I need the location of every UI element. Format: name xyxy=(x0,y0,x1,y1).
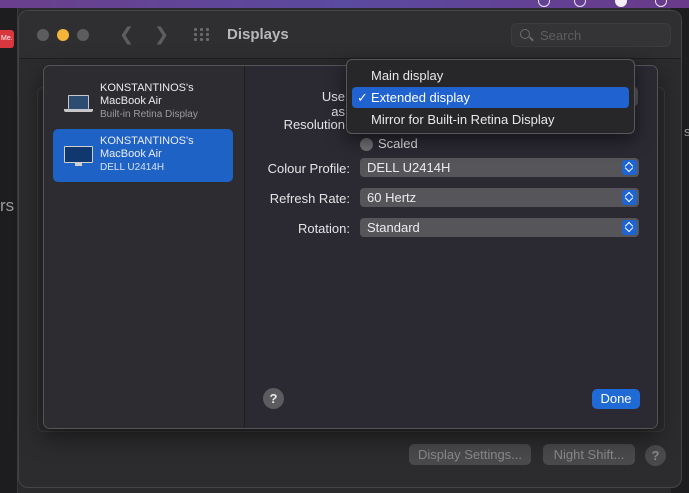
zoom-window-button[interactable] xyxy=(77,29,89,41)
display-item-built-in[interactable]: KONSTANTINOS's MacBook Air Built-in Reti… xyxy=(53,76,233,129)
back-chevron-icon[interactable]: ❮ xyxy=(119,25,134,43)
display-item-dell[interactable]: KONSTANTINOS's MacBook Air DELL U2414H xyxy=(53,129,233,182)
refresh-rate-popup[interactable]: 60 Hertz xyxy=(360,188,639,207)
scaled-radio[interactable] xyxy=(360,138,373,151)
background-text: rs xyxy=(0,196,15,215)
laptop-icon xyxy=(64,93,93,113)
window-help-button[interactable]: ? xyxy=(645,445,666,466)
checkmark-icon: ✓ xyxy=(357,90,368,105)
colour-profile-label: Colour Profile: xyxy=(267,161,350,176)
title-bar: ❮ ❯ Displays Search xyxy=(19,11,681,59)
window-title: Displays xyxy=(227,26,289,43)
popup-arrows-icon xyxy=(622,160,637,175)
menu-item-label: Extended display xyxy=(371,90,471,105)
refresh-rate-value: 60 Hertz xyxy=(367,190,417,205)
rotation-popup[interactable]: Standard xyxy=(360,218,639,237)
popup-arrows-icon xyxy=(622,190,637,205)
close-window-button[interactable] xyxy=(37,29,49,41)
menu-item-mirror[interactable]: Mirror for Built-in Retina Display xyxy=(352,109,629,130)
use-as-label: Use as xyxy=(321,89,345,119)
control-center-icon[interactable] xyxy=(574,0,586,7)
display-name: KONSTANTINOS's MacBook Air xyxy=(100,82,194,107)
resolution-label: Resolution xyxy=(283,117,345,132)
menu-item-main-display[interactable]: Main display xyxy=(352,65,629,86)
background-window-left: Me. rs xyxy=(0,8,18,493)
display-settings-button[interactable]: Display Settings... xyxy=(409,444,531,465)
refresh-rate-label: Refresh Rate: xyxy=(269,191,350,206)
display-subtitle: DELL U2414H xyxy=(100,162,165,173)
search-icon xyxy=(520,29,530,39)
use-as-menu: Main display ✓ Extended display Mirror f… xyxy=(346,59,635,134)
display-list-sidebar: KONSTANTINOS's MacBook Air Built-in Reti… xyxy=(44,66,245,428)
search-placeholder: Search xyxy=(540,28,582,43)
user-icon[interactable] xyxy=(615,0,627,7)
done-button[interactable]: Done xyxy=(592,389,640,409)
popup-arrows-icon xyxy=(622,220,637,235)
display-name: KONSTANTINOS's MacBook Air xyxy=(100,135,194,160)
minimize-window-button[interactable] xyxy=(57,29,69,41)
menu-extra-icon[interactable] xyxy=(538,0,550,7)
menu-bar xyxy=(0,0,689,8)
rotation-value: Standard xyxy=(367,220,420,235)
search-field[interactable]: Search xyxy=(511,23,671,47)
help-button[interactable]: ? xyxy=(263,388,284,409)
forward-chevron-icon[interactable]: ❯ xyxy=(154,25,169,43)
night-shift-button[interactable]: Night Shift... xyxy=(543,444,635,465)
display-subtitle: Built-in Retina Display xyxy=(100,109,198,120)
menu-item-label: Main display xyxy=(371,68,444,83)
scaled-radio-label: Scaled xyxy=(378,136,418,151)
monitor-icon xyxy=(64,146,93,166)
menu-item-label: Mirror for Built-in Retina Display xyxy=(371,112,555,127)
colour-profile-value: DELL U2414H xyxy=(367,160,451,175)
app-badge: Me. xyxy=(0,30,14,48)
rotation-label: Rotation: xyxy=(297,221,350,236)
menu-item-extended-display[interactable]: ✓ Extended display xyxy=(352,87,629,108)
colour-profile-popup[interactable]: DELL U2414H xyxy=(360,158,639,177)
status-icon[interactable] xyxy=(655,0,667,7)
background-text-right: s xyxy=(684,124,689,139)
show-all-grid-icon[interactable] xyxy=(194,28,210,42)
